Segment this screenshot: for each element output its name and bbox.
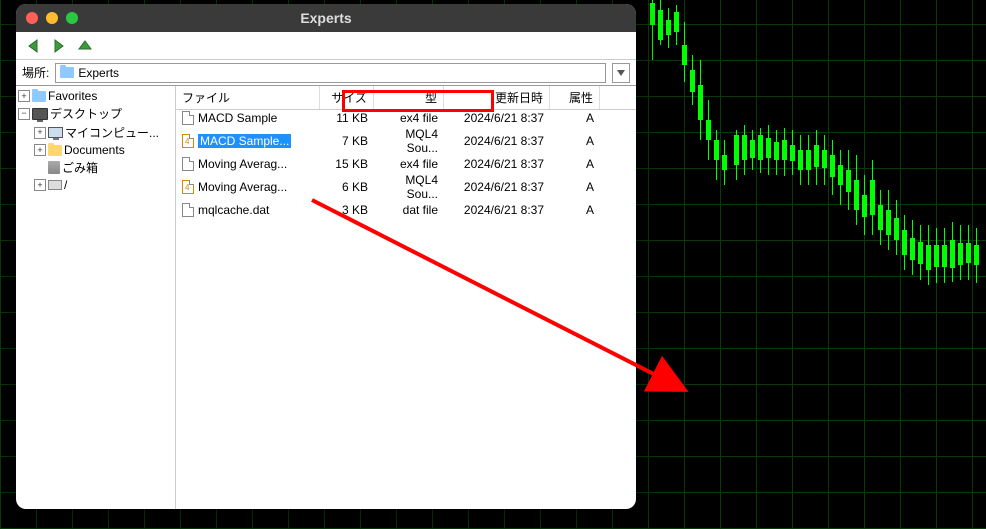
file-dialog: Experts 場所: Experts + Favorites — [16, 4, 636, 509]
trash-icon — [48, 161, 60, 174]
folder-icon — [32, 91, 46, 102]
tree-mycomputer[interactable]: + マイコンピュー... — [16, 123, 175, 142]
file-row[interactable]: MACD Sample... 7 KBMQL4 Sou...2024/6/21 8… — [176, 126, 636, 156]
folder-icon — [48, 145, 62, 156]
file-type: MQL4 Sou... — [374, 126, 444, 156]
column-headers: ファイル サイズ 型 更新日時 属性 — [176, 86, 636, 110]
desktop-icon — [32, 108, 48, 120]
expand-icon[interactable]: + — [18, 90, 30, 102]
file-size: 6 KB — [320, 179, 374, 195]
drive-icon — [48, 180, 62, 190]
file-size: 7 KB — [320, 133, 374, 149]
file-name: MACD Sample — [198, 111, 277, 125]
tree-drive[interactable]: + / — [16, 177, 175, 193]
nav-toolbar — [16, 32, 636, 60]
traffic-lights — [26, 12, 78, 24]
file-row[interactable]: Moving Averag... 6 KBMQL4 Sou...2024/6/21… — [176, 172, 636, 202]
file-icon — [182, 180, 194, 194]
titlebar[interactable]: Experts — [16, 4, 636, 32]
file-size: 15 KB — [320, 156, 374, 172]
file-type: MQL4 Sou... — [374, 172, 444, 202]
file-type: ex4 file — [374, 110, 444, 126]
file-attr: A — [550, 133, 600, 149]
file-row[interactable]: Moving Averag... 15 KBex4 file2024/6/21 8… — [176, 156, 636, 172]
maximize-icon[interactable] — [66, 12, 78, 24]
file-date: 2024/6/21 8:37 — [444, 156, 550, 172]
file-size: 11 KB — [320, 110, 374, 126]
folder-tree[interactable]: + Favorites − デスクトップ + マイコンピュー... + Docu… — [16, 86, 176, 509]
expand-icon[interactable]: + — [34, 179, 46, 191]
back-button[interactable] — [22, 35, 44, 57]
file-date: 2024/6/21 8:37 — [444, 179, 550, 195]
close-icon[interactable] — [26, 12, 38, 24]
tree-documents[interactable]: + Documents — [16, 142, 175, 158]
folder-icon — [60, 67, 74, 78]
col-size[interactable]: サイズ — [320, 86, 374, 109]
col-type[interactable]: 型 — [374, 86, 444, 109]
collapse-icon[interactable]: − — [18, 108, 30, 120]
tree-desktop[interactable]: − デスクトップ — [16, 104, 175, 123]
file-name: MACD Sample... — [198, 134, 291, 148]
expand-icon[interactable]: + — [34, 127, 46, 139]
location-bar: 場所: Experts — [16, 60, 636, 86]
forward-button[interactable] — [48, 35, 70, 57]
minimize-icon[interactable] — [46, 12, 58, 24]
location-value: Experts — [78, 66, 119, 80]
file-size: 3 KB — [320, 202, 374, 218]
file-name: mqlcache.dat — [198, 203, 269, 217]
computer-icon — [48, 127, 63, 138]
location-input[interactable]: Experts — [55, 63, 606, 83]
file-type: dat file — [374, 202, 444, 218]
location-label: 場所: — [22, 64, 49, 81]
file-row[interactable]: mqlcache.dat 3 KBdat file2024/6/21 8:37A — [176, 202, 636, 218]
col-modified[interactable]: 更新日時 — [444, 86, 550, 109]
file-date: 2024/6/21 8:37 — [444, 133, 550, 149]
file-date: 2024/6/21 8:37 — [444, 202, 550, 218]
tree-favorites[interactable]: + Favorites — [16, 88, 175, 104]
file-attr: A — [550, 202, 600, 218]
file-list: ファイル サイズ 型 更新日時 属性 MACD Sample11 KBex4 f… — [176, 86, 636, 509]
window-title: Experts — [16, 10, 636, 26]
col-attr[interactable]: 属性 — [550, 86, 600, 109]
col-filename[interactable]: ファイル — [176, 86, 320, 109]
tree-trash[interactable]: ごみ箱 — [16, 158, 175, 177]
expand-icon[interactable]: + — [34, 144, 46, 156]
file-attr: A — [550, 156, 600, 172]
up-button[interactable] — [74, 35, 96, 57]
file-row[interactable]: MACD Sample 11 KBex4 file2024/6/21 8:37A — [176, 110, 636, 126]
file-icon — [182, 157, 194, 171]
file-date: 2024/6/21 8:37 — [444, 110, 550, 126]
file-name: Moving Averag... — [198, 157, 287, 171]
file-attr: A — [550, 179, 600, 195]
file-type: ex4 file — [374, 156, 444, 172]
location-dropdown[interactable] — [612, 63, 630, 83]
file-icon — [182, 203, 194, 217]
file-name: Moving Averag... — [198, 180, 287, 194]
file-icon — [182, 111, 194, 125]
file-icon — [182, 134, 194, 148]
file-attr: A — [550, 110, 600, 126]
